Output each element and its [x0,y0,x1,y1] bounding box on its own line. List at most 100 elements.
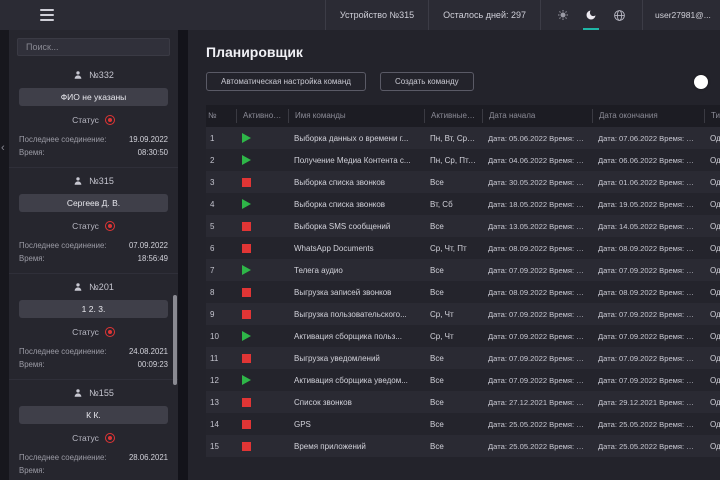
user-email[interactable]: user27981@... [642,0,720,30]
table-body: 1 Выборка данных о времени г... Пн, Вт, … [206,127,720,457]
command-name: Выборка данных о времени г... [294,133,409,143]
column-header[interactable]: Дата начала [482,109,592,123]
device-number: №315 [89,176,114,186]
stop-icon[interactable] [242,397,251,407]
table-view-toggle[interactable] [694,74,708,89]
hamburger-menu-icon[interactable] [40,9,54,21]
person-icon [73,70,83,80]
column-header[interactable]: Активность [236,109,288,123]
play-icon[interactable] [242,265,251,275]
commands-table: № Активность Имя команды Активные дн... Дата… [206,105,720,457]
table-row[interactable]: 12 Активация сборщика уведом... Все Дата… [206,369,720,391]
command-type: Од... [710,397,720,407]
device-list: №332 ФИО не указаны Статус Последнее сое… [9,62,178,480]
days-left-indicator: Осталось дней: 297 [428,0,540,30]
stop-icon[interactable] [242,287,251,297]
table-row[interactable]: 5 Выборка SMS сообщений Все Дата: 13.05.… [206,215,720,237]
table-row[interactable]: 2 Получение Медиа Контента с... Пн, Ср, … [206,149,720,171]
stop-icon[interactable] [242,441,251,451]
play-icon[interactable] [242,375,251,385]
command-name: Активация сборщика уведом... [294,375,408,385]
column-header[interactable]: Активные дн... [424,109,482,123]
time-label: Время: [19,254,45,263]
active-days: Ср, Чт, Пт [430,243,467,253]
end-datetime: Дата: 19.05.2022 Время: 23:56:36 [598,199,704,209]
collapse-sidebar-chevron-icon[interactable]: ‹ [1,142,5,154]
command-type: Од... [710,353,720,363]
stop-icon[interactable] [242,177,251,187]
row-number: 3 [210,177,215,187]
light-theme-button[interactable] [549,0,577,30]
status-record-icon [104,221,115,231]
stop-icon[interactable] [242,243,251,253]
table-row[interactable]: 14 GPS Все Дата: 25.05.2022 Время: 00:01… [206,413,720,435]
table-row[interactable]: 7 Телега аудио Все Дата: 07.09.2022 Врем… [206,259,720,281]
play-icon[interactable] [242,199,251,209]
language-button[interactable] [605,0,634,30]
sidebar-scrollbar[interactable] [173,295,177,385]
table-row[interactable]: 11 Выгрузка уведомлений Все Дата: 07.09.… [206,347,720,369]
table-row[interactable]: 15 Время приложений Все Дата: 25.05.2022… [206,435,720,457]
start-datetime: Дата: 07.09.2022 Время: 00:01:33 [488,309,592,319]
moon-icon [585,9,597,21]
row-number: 10 [210,331,219,341]
command-name: Список звонков [294,397,352,407]
table-row[interactable]: 3 Выборка списка звонков Все Дата: 30.05… [206,171,720,193]
table-row[interactable]: 4 Выборка списка звонков Вт, Сб Дата: 18… [206,193,720,215]
command-name: GPS [294,419,311,429]
device-card[interactable]: №332 ФИО не указаны Статус Последнее сое… [9,62,178,168]
column-header[interactable]: Имя команды [288,109,424,123]
row-number: 8 [210,287,215,297]
command-type: Од... [710,199,720,209]
active-days: Ср, Чт [430,331,454,341]
device-card[interactable]: №201 1 2. 3. Статус Последнее соединение… [9,274,178,380]
table-row[interactable]: 8 Выгрузка записей звонков Все Дата: 08.… [206,281,720,303]
active-days: Вт, Сб [430,199,453,209]
stop-icon[interactable] [242,309,251,319]
table-row[interactable]: 9 Выгрузка пользовательского... Ср, Чт Д… [206,303,720,325]
table-row[interactable]: 1 Выборка данных о времени г... Пн, Вт, … [206,127,720,149]
stop-icon[interactable] [242,221,251,231]
person-icon [73,388,83,398]
search-input[interactable] [17,38,170,56]
time-value: 00:09:23 [137,360,168,369]
table-row[interactable]: 6 WhatsApp Documents Ср, Чт, Пт Дата: 08… [206,237,720,259]
device-name-button[interactable]: К К. [19,406,168,424]
globe-icon [613,9,626,22]
auto-setup-commands-button[interactable]: Автоматическая настройка команд [206,72,366,91]
stop-icon[interactable] [242,353,251,363]
column-header[interactable]: Ти... [704,109,720,123]
command-type: Од... [710,243,720,253]
scheduler-panel: Планировщик Автоматическая настройка ком… [188,30,720,480]
table-row[interactable]: 13 Список звонков Все Дата: 27.12.2021 В… [206,391,720,413]
end-datetime: Дата: 07.06.2022 Время: 23:59:38 [598,133,704,143]
device-card[interactable]: №315 Сергеев Д. В. Статус Последнее соед… [9,168,178,274]
status-label: Статус [72,327,99,337]
time-label: Время: [19,360,45,369]
active-days: Пн, Ср, Пт, Сб [430,155,482,165]
play-icon[interactable] [242,331,251,341]
device-name-button[interactable]: ФИО не указаны [19,88,168,106]
dark-theme-button[interactable] [577,0,605,30]
start-datetime: Дата: 25.05.2022 Время: 00:01:00 [488,441,592,451]
start-datetime: Дата: 07.09.2022 Время: 00:01:00 [488,265,592,275]
play-icon[interactable] [242,133,251,143]
start-datetime: Дата: 04.06.2022 Время: 00:01:25 [488,155,592,165]
device-card[interactable]: №155 К К. Статус Последнее соединение: 2… [9,380,178,480]
device-name-button[interactable]: Сергеев Д. В. [19,194,168,212]
start-datetime: Дата: 07.09.2022 Время: 00:01:33 [488,353,592,363]
device-name-button[interactable]: 1 2. 3. [19,300,168,318]
create-command-button[interactable]: Создать команду [379,72,474,91]
table-row[interactable]: 10 Активация сборщика польз... Ср, Чт Да… [206,325,720,347]
last-connection-label: Последнее соединение: [19,347,107,356]
last-connection-label: Последнее соединение: [19,135,107,144]
active-days: Пн, Вт, Ср, Чт, Пт, С [430,133,482,143]
column-header[interactable]: № [206,109,236,123]
column-header[interactable]: Дата окончания [592,109,704,123]
last-connection-value: 07.09.2022 [128,241,168,250]
sun-icon [557,9,569,21]
play-icon[interactable] [242,155,251,165]
command-name: Выборка списка звонков [294,177,386,187]
last-connection-value: 19.09.2022 [128,135,168,144]
stop-icon[interactable] [242,419,251,429]
